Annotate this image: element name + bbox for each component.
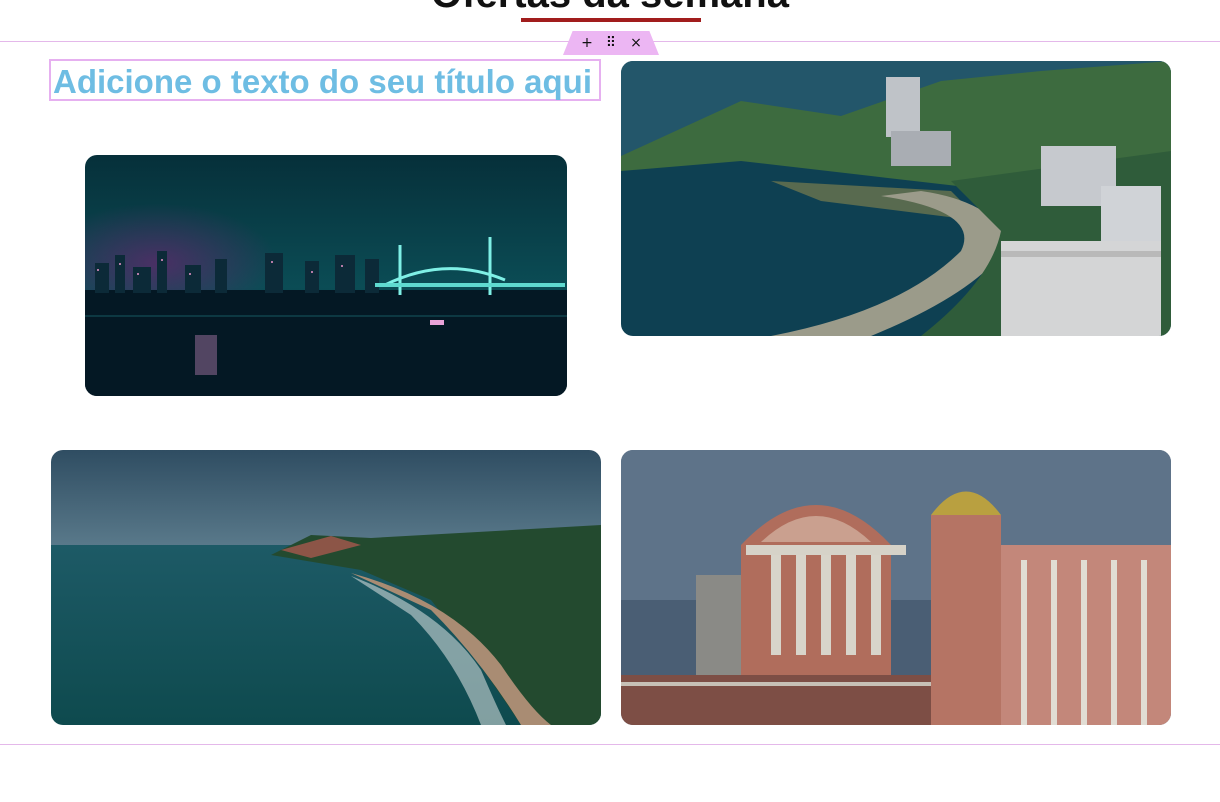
widget-title[interactable]: Adicione o texto do seu título aqui <box>53 63 592 101</box>
section-handle[interactable]: + ⠿ × <box>563 31 659 55</box>
section-heading: Ofertas da semana <box>0 0 1220 17</box>
close-icon[interactable]: × <box>624 33 648 53</box>
theatre-building-image[interactable] <box>621 450 1171 725</box>
heading-widget[interactable]: Adicione o texto do seu título aqui <box>49 59 601 101</box>
heading-underline <box>521 18 701 22</box>
drag-handle-icon[interactable]: ⠿ <box>599 33 623 53</box>
add-icon[interactable]: + <box>575 33 599 53</box>
coastal-city-beach-image[interactable] <box>621 61 1171 336</box>
ocean-coast-cliffs-image[interactable] <box>51 450 601 725</box>
night-city-bridge-image[interactable] <box>85 155 567 396</box>
section-bottom-border <box>0 744 1220 745</box>
